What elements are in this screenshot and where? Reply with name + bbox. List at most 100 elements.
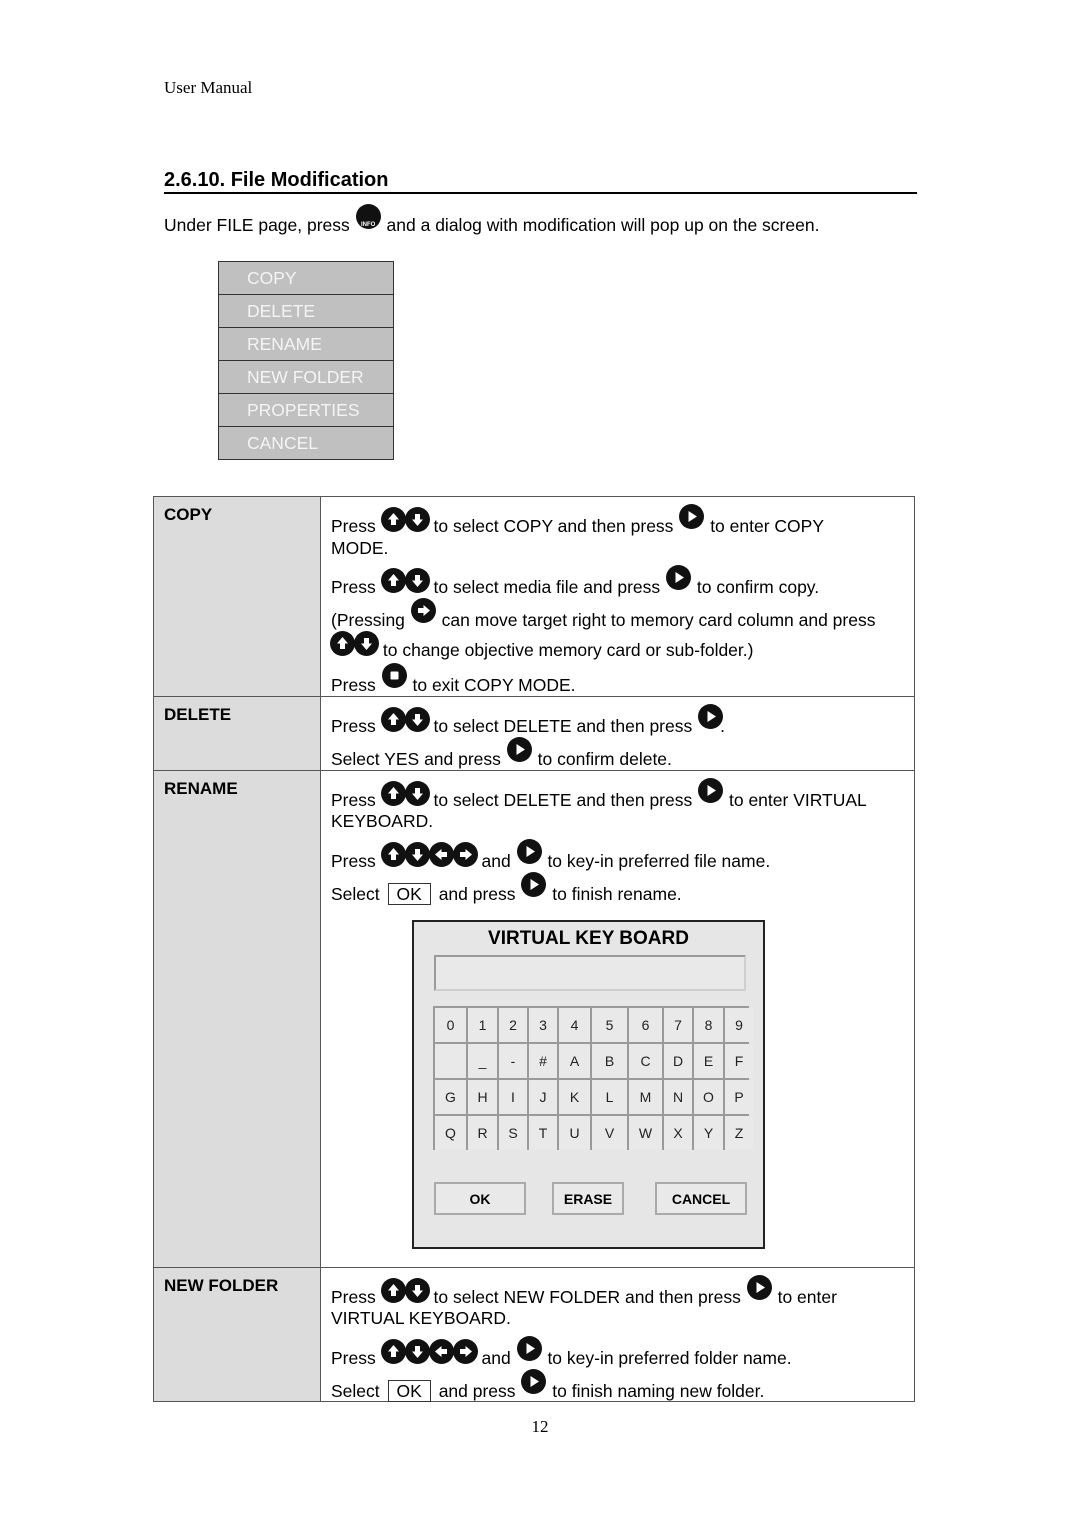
up-arrow-icon (380, 1277, 406, 1303)
vkb-key[interactable]: X (664, 1116, 692, 1151)
vkb-key[interactable]: S (499, 1116, 527, 1151)
menu-item-properties[interactable]: PROPERTIES (219, 394, 393, 427)
vkb-key[interactable]: 2 (499, 1008, 527, 1043)
vkb-key[interactable]: _ (468, 1044, 497, 1079)
right-arrow-icon (410, 598, 436, 624)
vkb-key[interactable]: 3 (529, 1008, 557, 1043)
up-arrow-icon (330, 630, 355, 656)
menu-item-rename[interactable]: RENAME (219, 328, 393, 361)
down-arrow-icon (404, 1338, 430, 1364)
menu-item-new-folder[interactable]: NEW FOLDER (219, 361, 393, 394)
vkb-key[interactable]: A (559, 1044, 590, 1079)
text: and press (438, 883, 516, 904)
down-arrow-icon (354, 630, 379, 656)
vkb-key[interactable]: O (694, 1080, 723, 1115)
vkb-key[interactable]: R (468, 1116, 497, 1151)
left-arrow-icon (428, 841, 454, 867)
row-header-copy: COPY (153, 495, 321, 698)
play-enter-icon (698, 777, 724, 803)
vkb-key[interactable]: 7 (664, 1008, 692, 1043)
vkb-key[interactable]: D (664, 1044, 692, 1079)
vkb-key[interactable]: Z (725, 1116, 753, 1151)
instruction-line: VIRTUAL KEYBOARD. (331, 1308, 511, 1329)
menu-item-copy[interactable]: COPY (219, 262, 393, 295)
vkb-key[interactable]: N (664, 1080, 692, 1115)
intro-text-before: Under FILE page, press (164, 215, 350, 235)
vkb-key[interactable]: # (529, 1044, 557, 1079)
vkb-ok-button[interactable]: OK (434, 1182, 526, 1216)
vkb-key[interactable]: G (435, 1080, 466, 1115)
play-enter-icon (666, 565, 692, 591)
up-arrow-icon (380, 780, 406, 806)
text: and (481, 1347, 511, 1368)
row-body-copy: Press to select COPY and then press to e… (320, 495, 915, 698)
instruction-line: to change objective memory card or sub-f… (330, 630, 914, 664)
vkb-cancel-button[interactable]: CANCEL (655, 1182, 747, 1216)
right-arrow-icon (452, 841, 478, 867)
vkb-key[interactable]: I (499, 1080, 527, 1115)
vkb-key[interactable]: L (592, 1080, 627, 1115)
text: to enter VIRTUAL (728, 789, 867, 810)
vkb-key[interactable]: H (468, 1080, 497, 1115)
vkb-key[interactable]: 8 (694, 1008, 723, 1043)
play-enter-icon (516, 838, 542, 864)
vkb-key[interactable]: 6 (629, 1008, 662, 1043)
vkb-key[interactable]: 0 (435, 1008, 466, 1043)
text: and press (438, 1380, 516, 1401)
row-header-delete: DELETE (153, 696, 321, 771)
vkb-key[interactable]: W (629, 1116, 662, 1151)
vkb-key[interactable]: M (629, 1080, 662, 1115)
vkb-key[interactable]: T (529, 1116, 557, 1151)
file-modification-menu: COPY DELETE RENAME NEW FOLDER PROPERTIES… (218, 261, 394, 460)
vkb-key[interactable]: V (592, 1116, 627, 1151)
text: to change objective memory card or sub-f… (382, 639, 754, 660)
text: to finish rename. (552, 883, 682, 904)
vkb-erase-button[interactable]: ERASE (552, 1182, 624, 1216)
text: to confirm copy. (696, 577, 820, 598)
up-arrow-icon (380, 1338, 406, 1364)
down-arrow-icon (404, 568, 430, 594)
vkb-key[interactable]: Y (694, 1116, 723, 1151)
vkb-key[interactable]: 5 (592, 1008, 627, 1043)
vkb-key[interactable]: 1 (468, 1008, 497, 1043)
play-enter-icon (679, 504, 705, 529)
vkb-key[interactable]: E (694, 1044, 723, 1079)
virtual-keyboard-title: VIRTUAL KEY BOARD (488, 928, 689, 950)
menu-item-delete[interactable]: DELETE (219, 295, 393, 328)
down-arrow-icon (404, 707, 430, 733)
vkb-key[interactable]: - (499, 1044, 527, 1079)
row-body-new-folder: Press to select NEW FOLDER and then pres… (320, 1266, 915, 1403)
instruction-line: Press to select DELETE and then press . (331, 704, 914, 737)
menu-item-cancel[interactable]: CANCEL (219, 427, 393, 459)
stop-icon (381, 663, 407, 689)
vkb-key[interactable]: F (725, 1044, 753, 1079)
vkb-key[interactable]: 9 (725, 1008, 753, 1043)
vkb-key[interactable]: B (592, 1044, 627, 1079)
direction-buttons (380, 1338, 478, 1370)
vkb-key-blank[interactable] (435, 1044, 466, 1079)
vkb-key[interactable]: Q (435, 1116, 466, 1151)
vkb-key[interactable]: K (559, 1080, 590, 1115)
vkb-key[interactable]: J (529, 1080, 557, 1115)
text: Select YES and press (331, 748, 501, 769)
vkb-key[interactable]: 4 (559, 1008, 590, 1043)
instruction-line: Select YES and press to confirm delete. (331, 736, 914, 770)
up-down-buttons (380, 707, 430, 738)
play-enter-icon (521, 871, 547, 897)
row-header-new-folder: NEW FOLDER (153, 1266, 321, 1403)
text: to enter (777, 1286, 837, 1307)
vkb-key[interactable]: P (725, 1080, 753, 1115)
vkb-key[interactable]: U (559, 1116, 590, 1151)
table-row-copy: COPY Press to select COPY and then press… (153, 495, 915, 698)
vkb-key[interactable]: C (629, 1044, 662, 1079)
text: to select DELETE and then press (433, 789, 693, 810)
down-arrow-icon (404, 1277, 430, 1303)
instruction-line: Press to exit COPY MODE. (331, 663, 914, 696)
text: Press (331, 675, 376, 696)
instruction-line: Press and to key-in preferred file name. (331, 838, 914, 872)
right-arrow-icon (452, 1338, 478, 1364)
text: Press (331, 577, 376, 598)
up-arrow-icon (380, 568, 406, 594)
virtual-keyboard-input[interactable] (434, 955, 746, 992)
down-arrow-icon (404, 841, 430, 867)
